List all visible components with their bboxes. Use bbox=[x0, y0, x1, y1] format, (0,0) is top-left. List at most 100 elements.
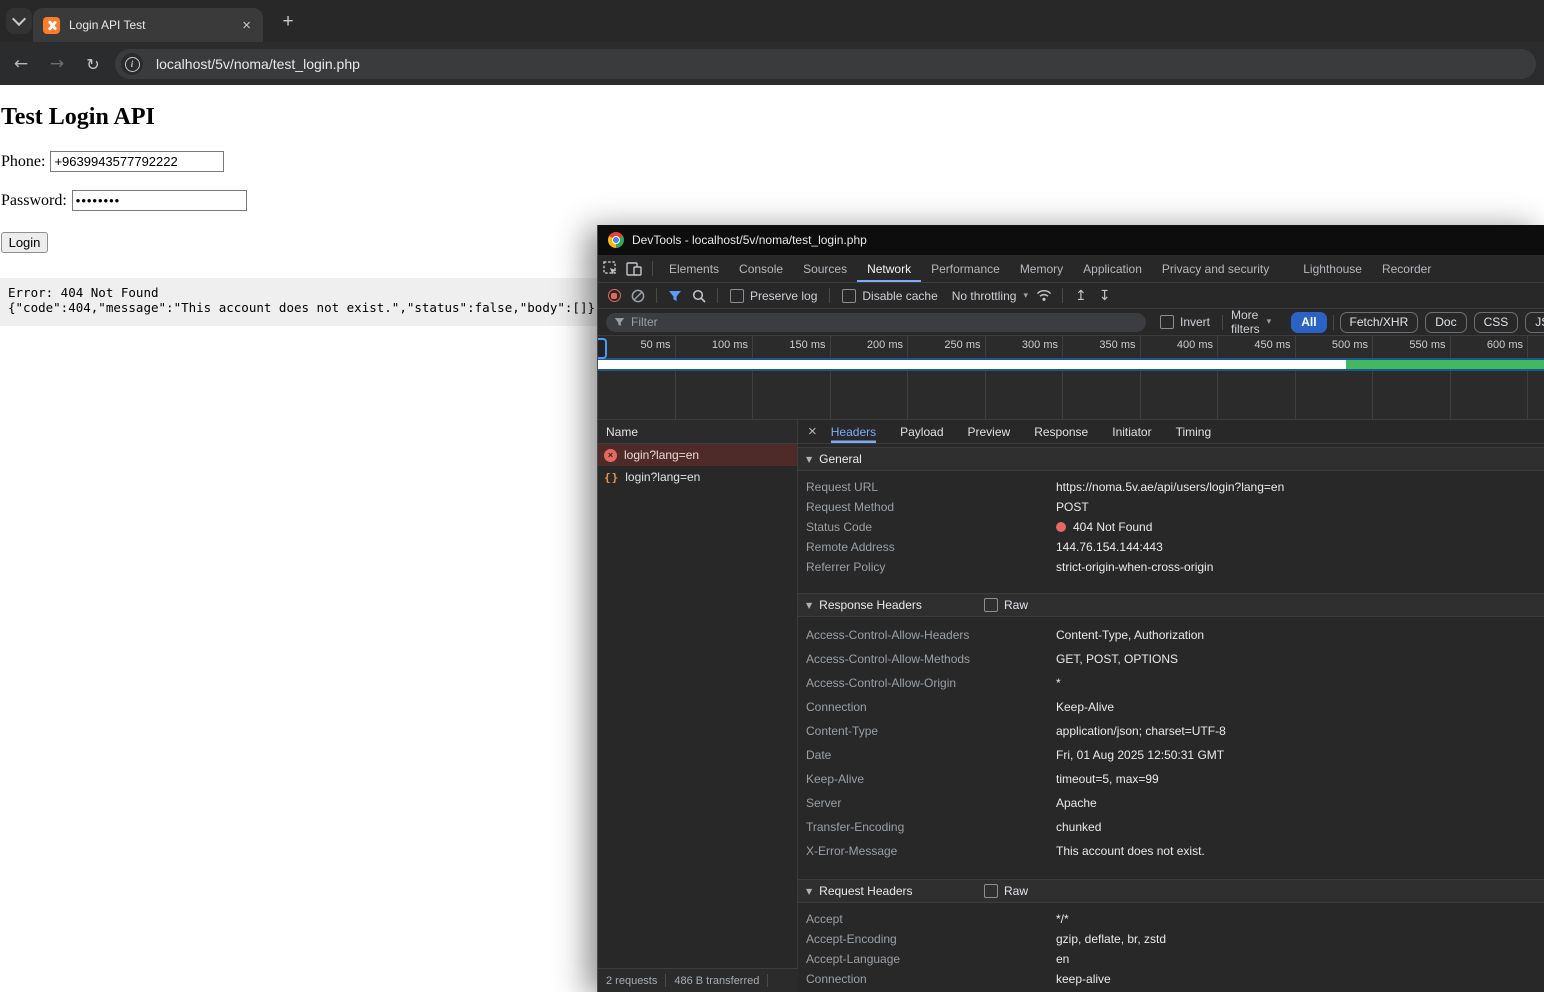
divider bbox=[665, 974, 666, 987]
divider bbox=[1222, 315, 1223, 330]
tab-application[interactable]: Application bbox=[1073, 255, 1152, 282]
request-row-json[interactable]: {} login?lang=en bbox=[598, 466, 797, 488]
detail-tab-response[interactable]: Response bbox=[1034, 420, 1088, 443]
tab-performance[interactable]: Performance bbox=[921, 255, 1010, 282]
new-tab-button[interactable]: + bbox=[276, 10, 300, 34]
timeline-tick: 150 ms bbox=[753, 336, 831, 419]
timeline-tick: 250 ms bbox=[908, 336, 986, 419]
timeline-tick: 550 ms bbox=[1373, 336, 1451, 419]
preserve-log-checkbox[interactable]: Preserve log bbox=[730, 289, 817, 303]
checkbox-icon bbox=[984, 884, 998, 898]
back-icon[interactable]: ← bbox=[8, 51, 34, 77]
detail-tab-initiator[interactable]: Initiator bbox=[1112, 420, 1151, 443]
browser-tab[interactable]: Login API Test × bbox=[33, 8, 263, 42]
filter-chip-js[interactable]: JS bbox=[1525, 312, 1544, 333]
request-header-rows: Accept*/* Accept-Encodinggzip, deflate, … bbox=[798, 903, 1544, 992]
filter-icon[interactable] bbox=[663, 285, 687, 307]
section-request-headers-header[interactable]: ▼ Request Headers Raw bbox=[798, 879, 1544, 903]
section-general-header[interactable]: ▼ General bbox=[798, 447, 1544, 471]
detail-tab-payload[interactable]: Payload bbox=[900, 420, 943, 443]
request-raw-checkbox[interactable]: Raw bbox=[984, 884, 1028, 898]
json-file-icon: {} bbox=[604, 471, 619, 484]
disable-cache-checkbox[interactable]: Disable cache bbox=[842, 289, 937, 303]
preserve-log-label: Preserve log bbox=[750, 289, 817, 303]
tab-memory[interactable]: Memory bbox=[1010, 255, 1073, 282]
network-overview-timeline[interactable]: 50 ms 100 ms 150 ms 200 ms 250 ms 300 ms… bbox=[598, 336, 1544, 420]
section-response-headers-header[interactable]: ▼ Response Headers Raw bbox=[798, 593, 1544, 617]
phone-input[interactable] bbox=[50, 151, 224, 172]
throttling-select[interactable]: No throttling ▾ bbox=[952, 289, 1028, 303]
import-har-icon[interactable]: ↥ bbox=[1069, 288, 1093, 304]
tab-search-button[interactable] bbox=[6, 8, 32, 34]
header-row: Access-Control-Allow-Origin* bbox=[798, 671, 1544, 695]
tab-network[interactable]: Network bbox=[857, 255, 921, 282]
detail-tab-preview[interactable]: Preview bbox=[968, 420, 1011, 443]
divider bbox=[1062, 288, 1063, 303]
header-row: Request URLhttps://noma.5v.ae/api/users/… bbox=[798, 477, 1544, 497]
more-filters-dropdown[interactable]: More filters ▾ bbox=[1231, 308, 1271, 336]
header-name: Access-Control-Allow-Methods bbox=[806, 652, 1056, 666]
tab-console[interactable]: Console bbox=[729, 255, 793, 282]
timeline-drag-handle[interactable] bbox=[598, 338, 607, 359]
forward-icon[interactable]: → bbox=[44, 51, 70, 77]
address-bar[interactable]: i localhost/5v/noma/test_login.php bbox=[115, 49, 1536, 79]
divider bbox=[717, 288, 718, 303]
header-row-status-code: Status Code404 Not Found bbox=[798, 517, 1544, 537]
tab-elements[interactable]: Elements bbox=[659, 255, 729, 282]
request-row-failed[interactable]: × login?lang=en bbox=[598, 444, 797, 466]
filter-chip-css[interactable]: CSS bbox=[1474, 312, 1519, 333]
header-row: Accept*/* bbox=[798, 909, 1544, 929]
browser-toolbar: ← → ↻ i localhost/5v/noma/test_login.php bbox=[0, 42, 1544, 85]
password-input[interactable] bbox=[72, 190, 247, 211]
network-conditions-icon[interactable] bbox=[1032, 285, 1056, 307]
disclosure-triangle-icon: ▼ bbox=[806, 455, 812, 464]
record-network-log-icon[interactable] bbox=[602, 285, 626, 307]
tab-recorder[interactable]: Recorder bbox=[1372, 255, 1441, 282]
timeline-tick: 500 ms bbox=[1296, 336, 1374, 419]
detail-tab-timing[interactable]: Timing bbox=[1176, 420, 1212, 443]
close-details-icon[interactable]: × bbox=[808, 423, 817, 440]
response-raw-checkbox[interactable]: Raw bbox=[984, 598, 1028, 612]
checkbox-icon bbox=[730, 289, 744, 303]
filter-input[interactable]: Filter bbox=[606, 313, 1146, 332]
header-name: Request URL bbox=[806, 480, 1056, 494]
header-row: Referrer Policystrict-origin-when-cross-… bbox=[798, 557, 1544, 577]
header-name: Access-Control-Allow-Headers bbox=[806, 628, 1056, 642]
export-har-icon[interactable]: ↧ bbox=[1093, 288, 1117, 304]
header-value: chunked bbox=[1056, 820, 1101, 834]
request-success-bar bbox=[1346, 360, 1544, 369]
clear-network-log-icon[interactable] bbox=[626, 285, 650, 307]
detail-tab-headers[interactable]: Headers bbox=[831, 420, 876, 443]
filter-chip-all[interactable]: All bbox=[1291, 312, 1326, 333]
checkbox-icon bbox=[842, 289, 856, 303]
header-value: GET, POST, OPTIONS bbox=[1056, 652, 1178, 666]
devtools-titlebar[interactable]: DevTools - localhost/5v/noma/test_login.… bbox=[598, 225, 1544, 255]
failed-request-icon: × bbox=[604, 449, 617, 462]
response-header-rows: Access-Control-Allow-HeadersContent-Type… bbox=[798, 617, 1544, 869]
site-info-icon[interactable]: i bbox=[121, 53, 143, 75]
header-value: 144.76.154.144:443 bbox=[1056, 540, 1163, 554]
timeline-tick: 450 ms bbox=[1218, 336, 1296, 419]
inspect-element-icon[interactable] bbox=[598, 258, 622, 280]
tab-privacy-security[interactable]: Privacy and security bbox=[1152, 255, 1279, 282]
timeline-tick: 350 ms bbox=[1063, 336, 1141, 419]
search-icon[interactable] bbox=[687, 285, 711, 307]
header-row: Keep-Alivetimeout=5, max=99 bbox=[798, 767, 1544, 791]
transferred-size: 486 B transferred bbox=[674, 975, 759, 987]
chevron-down-icon bbox=[12, 12, 26, 26]
tab-close-icon[interactable]: × bbox=[240, 18, 253, 33]
disclosure-triangle-icon: ▼ bbox=[806, 601, 812, 610]
invert-checkbox[interactable]: Invert bbox=[1160, 315, 1210, 329]
disclosure-triangle-icon: ▼ bbox=[806, 887, 812, 896]
timeline-tick: 600 ms bbox=[1451, 336, 1529, 419]
filter-chip-fetch-xhr[interactable]: Fetch/XHR bbox=[1340, 312, 1419, 333]
filter-chip-doc[interactable]: Doc bbox=[1425, 312, 1466, 333]
device-toolbar-icon[interactable] bbox=[622, 258, 646, 280]
tab-sources[interactable]: Sources bbox=[793, 255, 857, 282]
login-button[interactable]: Login bbox=[1, 232, 48, 253]
tab-lighthouse[interactable]: Lighthouse bbox=[1293, 255, 1372, 282]
header-name: Date bbox=[806, 748, 1056, 762]
name-column-header[interactable]: Name bbox=[598, 420, 797, 444]
reload-icon[interactable]: ↻ bbox=[80, 51, 106, 77]
requests-count: 2 requests bbox=[606, 975, 657, 987]
